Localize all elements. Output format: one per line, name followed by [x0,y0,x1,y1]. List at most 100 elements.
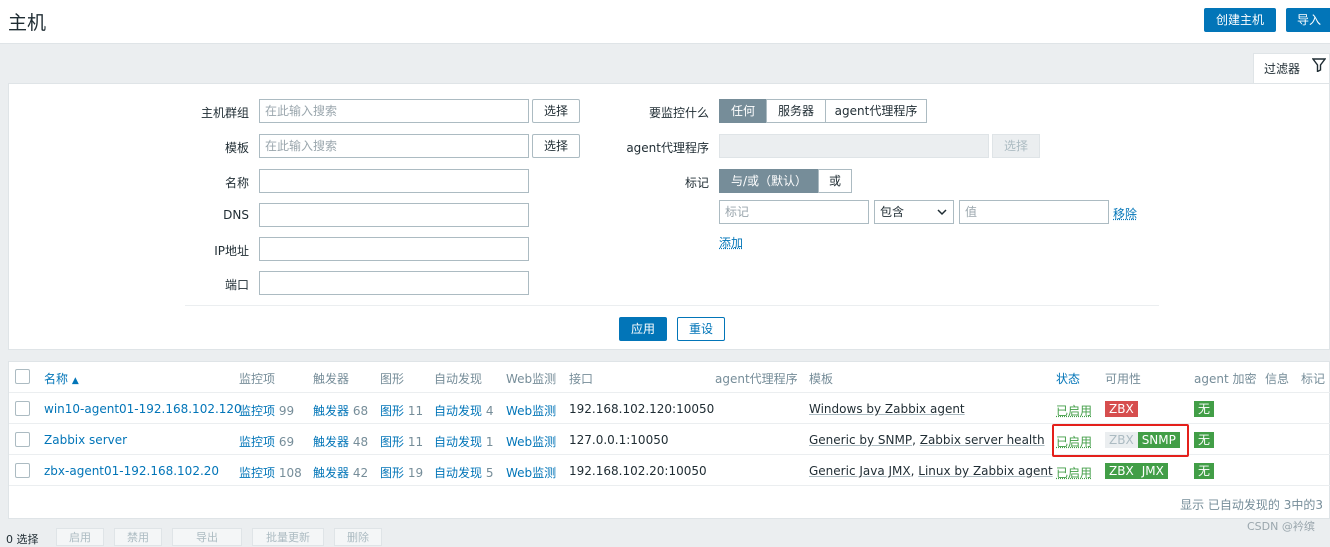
template-link[interactable]: Zabbix server health [920,433,1045,447]
port-input[interactable] [259,271,529,295]
items-label: 监控项 [239,466,276,480]
selected-count: 0 选择 [6,533,39,546]
discovery-link[interactable]: 自动发现 4 [434,402,493,419]
host-name-link[interactable]: win10-agent01-192.168.102.120 [44,402,242,416]
dns-label: DNS [223,208,249,222]
graphs-link[interactable]: 图形 11 [380,402,423,419]
status-link[interactable]: 已启用 [1056,402,1092,419]
mass-update-button[interactable]: 批量更新 [252,528,324,546]
discovery-count: 5 [485,466,494,480]
monitored-by-server[interactable]: 服务器 [766,99,826,123]
availability-cell: ZBX JMX [1105,463,1168,479]
triggers-link[interactable]: 触发器 48 [313,433,368,450]
tag-operator-select[interactable]: 包含 [874,200,954,224]
template-link[interactable]: Linux by Zabbix agent [918,464,1052,478]
templates-label: 模板 [224,141,249,155]
highlight-box [1052,424,1189,457]
items-label: 监控项 [239,435,276,449]
row-checkbox[interactable] [15,432,30,447]
tag-operator-value: 包含 [880,205,905,219]
header-name[interactable]: 名称 ▲ [44,370,79,387]
table-footer-note: 显示 已自动发现的 3中的3 [1180,498,1323,512]
encryption-badge: 无 [1194,401,1215,417]
tag-value-input[interactable]: 值 [959,200,1109,224]
encryption-cell: 无 [1194,401,1215,417]
encryption-badge: 无 [1194,432,1215,448]
web-link[interactable]: Web监测 [506,402,556,419]
status-link[interactable]: 已启用 [1056,464,1092,481]
apply-button[interactable]: 应用 [619,317,667,341]
host-name-link[interactable]: zbx-agent01-192.168.102.20 [44,464,219,478]
header-triggers: 触发器 [313,372,350,386]
triggers-label: 触发器 [313,435,350,449]
host-groups-label: 主机群组 [200,106,249,120]
create-host-button[interactable]: 创建主机 [1204,8,1276,32]
host-groups-input[interactable]: 在此输入搜索 [259,99,529,123]
delete-button[interactable]: 删除 [334,528,382,546]
templates-input[interactable]: 在此输入搜索 [259,134,529,158]
filter-tab[interactable]: 过滤器 [1253,53,1330,83]
reset-button[interactable]: 重设 [677,317,725,341]
web-link[interactable]: Web监测 [506,464,556,481]
host-groups-select-button[interactable]: 选择 [532,99,580,123]
filter-icon [1312,58,1326,72]
triggers-count: 42 [352,466,369,480]
web-link[interactable]: Web监测 [506,433,556,450]
table-row: zbx-agent01-192.168.102.20 监控项 108 触发器 4… [9,455,1330,486]
header-interface: 接口 [569,372,594,386]
header-items: 监控项 [239,372,276,386]
template-link[interactable]: Windows by Zabbix agent [809,402,965,416]
monitored-by-any[interactable]: 任何 [719,99,767,123]
header-discovery: 自动发现 [434,372,483,386]
disable-button[interactable]: 禁用 [114,528,162,546]
name-label: 名称 [224,176,249,190]
export-button[interactable]: 导出 [172,528,242,546]
proxy-select-button: 选择 [992,134,1040,158]
triggers-link[interactable]: 触发器 68 [313,402,368,419]
discovery-link[interactable]: 自动发现 5 [434,464,493,481]
discovery-link[interactable]: 自动发现 1 [434,433,493,450]
discovery-label: 自动发现 [434,435,483,449]
monitored-by-proxy[interactable]: agent代理程序 [825,99,927,123]
tags-mode-and-or[interactable]: 与/或（默认） [719,169,819,193]
jmx-availability-badge: JMX [1137,463,1168,479]
tag-name-input[interactable]: 标记 [719,200,869,224]
discovery-count: 1 [485,435,494,449]
select-all-checkbox[interactable] [15,369,30,384]
header-encryption: agent 加密 [1194,372,1257,386]
dns-input[interactable] [259,203,529,227]
encryption-cell: 无 [1194,463,1215,479]
graphs-count: 11 [407,435,424,449]
tags-mode-or[interactable]: 或 [818,169,852,193]
template-link[interactable]: Generic by SNMP [809,433,912,447]
zbx-availability-badge: ZBX [1105,401,1138,417]
tag-add-link[interactable]: 添加 [719,234,743,251]
enable-button[interactable]: 启用 [56,528,104,546]
monitored-by-label: 要监控什么 [648,106,709,120]
tags-label: 标记 [684,176,709,190]
items-link[interactable]: 监控项 108 [239,464,302,481]
watermark-text: CSDN @衿缤 [1247,520,1315,533]
graphs-link[interactable]: 图形 19 [380,464,423,481]
triggers-link[interactable]: 触发器 42 [313,464,368,481]
row-checkbox[interactable] [15,401,30,416]
graphs-count: 11 [407,404,424,418]
name-input[interactable] [259,169,529,193]
items-count: 99 [278,404,295,418]
template-link[interactable]: Generic Java JMX [809,464,911,478]
tag-remove-link[interactable]: 移除 [1113,205,1137,222]
ip-input[interactable] [259,237,529,261]
header-status[interactable]: 状态 [1056,370,1080,387]
sort-asc-icon: ▲ [71,376,79,386]
import-button[interactable]: 导入 [1286,8,1330,32]
triggers-count: 68 [352,404,369,418]
filter-tab-label: 过滤器 [1264,62,1301,76]
chevron-down-icon [937,209,947,216]
host-name-link[interactable]: Zabbix server [44,433,127,447]
items-link[interactable]: 监控项 99 [239,402,294,419]
row-checkbox[interactable] [15,463,30,478]
templates-select-button[interactable]: 选择 [532,134,580,158]
graphs-link[interactable]: 图形 11 [380,433,423,450]
page-header: 主机 创建主机 导入 [0,0,1330,44]
items-link[interactable]: 监控项 69 [239,433,294,450]
